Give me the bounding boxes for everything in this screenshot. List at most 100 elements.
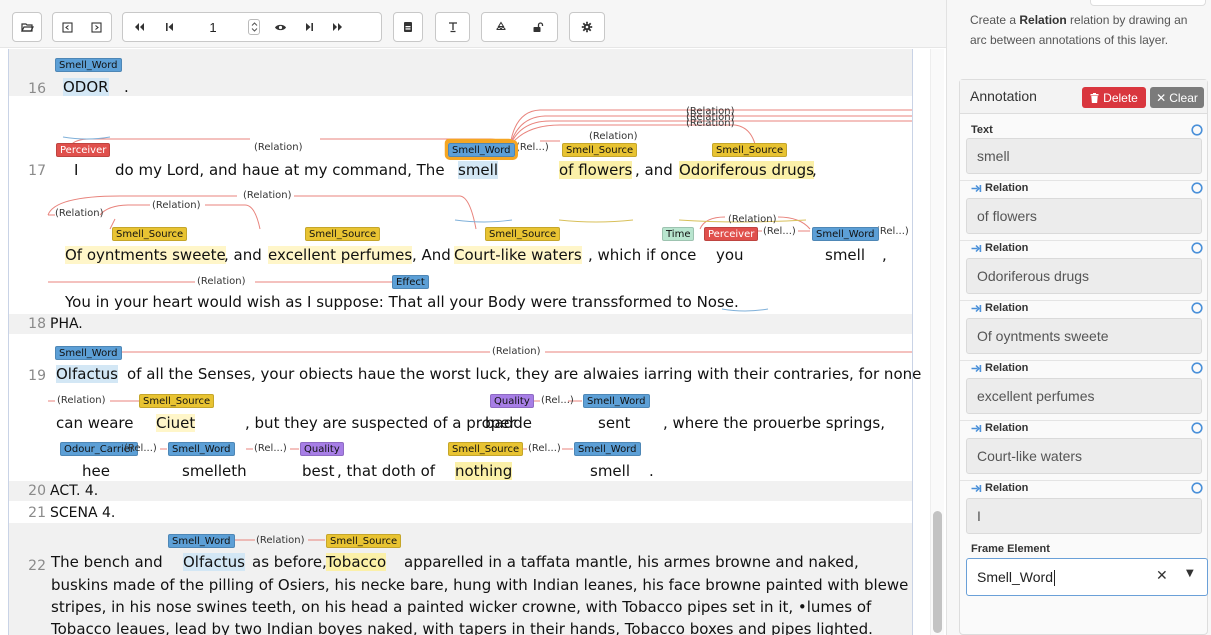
dropdown-caret-icon[interactable]: ▼ — [1186, 568, 1194, 579]
span-label-smell-source[interactable]: Smell_Source — [562, 143, 638, 157]
recycle-icon[interactable] — [482, 13, 519, 41]
token-sent[interactable]: sent — [598, 414, 630, 432]
span-label-smell-source[interactable]: Smell_Source — [712, 143, 788, 157]
previous-page-icon[interactable] — [155, 13, 183, 41]
stepper-arrows-icon[interactable] — [248, 19, 260, 35]
relation-label[interactable]: (Relation) — [686, 118, 735, 129]
add-icon[interactable] — [1191, 422, 1203, 434]
span-label-smell-source[interactable]: Smell_Source — [448, 442, 524, 456]
span-label-perceiver[interactable]: Perceiver — [56, 143, 111, 157]
relation-field[interactable]: of flowers — [966, 198, 1202, 234]
relation-label[interactable]: (Relation) — [197, 276, 246, 287]
span-label-smell-word[interactable]: Smell_Word — [168, 442, 235, 456]
token-odoriferous-drugs[interactable]: Odoriferous drugs — [679, 161, 814, 179]
relation-label[interactable]: (Relation) — [152, 200, 201, 211]
page-stepper[interactable] — [243, 13, 265, 41]
span-label-smell-word[interactable]: Smell_Word — [55, 346, 122, 360]
relation-field[interactable]: Odoriferous drugs — [966, 258, 1202, 294]
token-excellent-perfumes[interactable]: excellent perfumes — [268, 246, 413, 264]
token-odor[interactable]: ODOR — [63, 78, 109, 96]
token-ciuet[interactable]: Ciuet — [156, 414, 196, 432]
scrollbar-thumb[interactable] — [933, 511, 942, 633]
eye-icon[interactable] — [265, 13, 295, 41]
relation-label[interactable]: (Relation) — [254, 142, 303, 153]
span-label-quality[interactable]: Quality — [300, 442, 344, 456]
relation-field[interactable]: Court-like waters — [966, 438, 1202, 474]
add-icon[interactable] — [1191, 482, 1203, 494]
span-label-smell-source[interactable]: Smell_Source — [305, 227, 381, 241]
token-best[interactable]: best — [302, 462, 334, 480]
next-document-icon[interactable] — [82, 13, 111, 41]
relation-label[interactable]: (Relation) — [589, 131, 638, 142]
folder-open-icon[interactable] — [13, 13, 41, 41]
token-olfactus[interactable]: Olfactus — [56, 365, 118, 383]
add-icon[interactable] — [1191, 124, 1203, 136]
span-label-smell-word-selected[interactable]: Smell_Word — [445, 140, 518, 160]
token-olfactus[interactable]: Olfactus — [183, 553, 245, 571]
span-label-smell-source[interactable]: Smell_Source — [326, 534, 402, 548]
relation-label[interactable]: (Relation) — [492, 346, 541, 357]
last-page-icon[interactable] — [323, 13, 353, 41]
relation-label[interactable]: (Relation) — [728, 214, 777, 225]
relation-field[interactable]: excellent perfumes — [966, 378, 1202, 414]
span-label-smell-source[interactable]: Smell_Source — [139, 394, 215, 408]
add-icon[interactable] — [1191, 362, 1203, 374]
text-field[interactable]: smell — [966, 138, 1202, 174]
relation-label[interactable]: (Rel...) — [124, 443, 157, 454]
page-number[interactable]: 1 — [193, 20, 233, 35]
relation-label[interactable]: (Relation) — [256, 535, 305, 546]
relation-label[interactable]: (Rel...) — [516, 142, 549, 153]
relation-label[interactable]: (Relation) — [57, 395, 106, 406]
token-of-oyntments-sweete[interactable]: Of oyntments sweete — [65, 246, 226, 264]
relation-label[interactable]: (Relation) — [243, 190, 292, 201]
span-label-perceiver[interactable]: Perceiver — [704, 227, 759, 241]
page-number-input[interactable]: 1 — [183, 13, 243, 41]
token-you[interactable]: you — [716, 246, 744, 264]
span-label-effect[interactable]: Effect — [392, 275, 429, 289]
token-smell[interactable]: smell — [458, 161, 498, 179]
token-i[interactable]: I — [74, 161, 78, 179]
span-label-smell-source[interactable]: Smell_Source — [112, 227, 188, 241]
clear-button[interactable]: ✕ Clear — [1150, 87, 1204, 108]
next-page-icon[interactable] — [295, 13, 323, 41]
layer-selector-edge[interactable] — [1090, 0, 1206, 6]
unlock-icon[interactable] — [519, 13, 556, 41]
token-hee[interactable]: hee — [82, 462, 110, 480]
span-label-quality[interactable]: Quality — [490, 394, 534, 408]
prev-document-icon[interactable] — [53, 13, 82, 41]
relation-field[interactable]: I — [966, 498, 1202, 534]
span-label-smell-source[interactable]: Smell_Source — [485, 227, 561, 241]
relation-field[interactable]: Of oyntments sweete — [966, 318, 1202, 354]
frame-element-value[interactable]: Smell_Word — [977, 569, 1053, 585]
token-smell[interactable]: smell — [590, 462, 630, 480]
token-badde[interactable]: badde — [485, 414, 532, 432]
document-scrollbar[interactable] — [930, 49, 944, 635]
clear-selection-icon[interactable]: ✕ — [1156, 568, 1168, 584]
add-icon[interactable] — [1191, 182, 1203, 194]
token-smelleth[interactable]: smelleth — [182, 462, 247, 480]
relation-label[interactable]: (Rel...) — [876, 226, 909, 237]
token-smell[interactable]: smell — [825, 246, 865, 264]
span-label-smell-word[interactable]: Smell_Word — [574, 442, 641, 456]
text-height-icon[interactable] — [436, 13, 469, 41]
gear-icon[interactable] — [570, 13, 604, 41]
token-tobacco[interactable]: Tobacco — [326, 553, 387, 571]
delete-button[interactable]: Delete — [1082, 87, 1146, 108]
token-of-flowers[interactable]: of flowers — [559, 161, 633, 179]
first-page-icon[interactable] — [123, 13, 155, 41]
span-label-time[interactable]: Time — [662, 227, 695, 241]
save-icon[interactable] — [394, 13, 422, 41]
relation-label[interactable]: (Rel...) — [763, 226, 796, 237]
add-icon[interactable] — [1191, 242, 1203, 254]
frame-element-select[interactable]: Smell_Word — [966, 558, 1208, 596]
span-label-smell-word[interactable]: Smell_Word — [55, 58, 122, 72]
relation-label[interactable]: (Relation) — [55, 208, 104, 219]
token-court-like-waters[interactable]: Court-like waters — [454, 246, 582, 264]
relation-label[interactable]: (Rel...) — [254, 443, 287, 454]
add-icon[interactable] — [1191, 302, 1203, 314]
span-label-smell-word[interactable]: Smell_Word — [168, 534, 235, 548]
relation-label[interactable]: (Rel...) — [541, 395, 574, 406]
span-label-smell-word[interactable]: Smell_Word — [812, 227, 879, 241]
relation-label[interactable]: (Rel...) — [528, 443, 561, 454]
token-nothing[interactable]: nothing — [455, 462, 513, 480]
